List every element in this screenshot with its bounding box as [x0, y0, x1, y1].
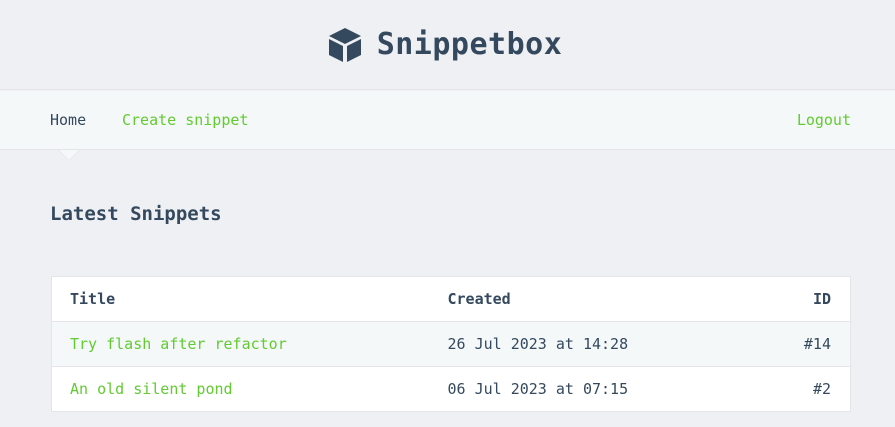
- snippet-title-cell: Try flash after refactor: [51, 321, 430, 367]
- table-row: Try flash after refactor 26 Jul 2023 at …: [51, 321, 851, 367]
- active-nav-caret: [59, 150, 79, 160]
- table-row: An old silent pond 06 Jul 2023 at 07:15 …: [51, 366, 851, 412]
- site-header: Snippetbox: [0, 0, 895, 90]
- snippet-title-link[interactable]: Try flash after refactor: [70, 335, 287, 353]
- brand-title: Snippetbox: [376, 27, 563, 62]
- page-title: Latest Snippets: [50, 203, 222, 225]
- cube-icon: [328, 27, 362, 63]
- brand[interactable]: Snippetbox: [328, 27, 563, 63]
- snippets-table: Title Created ID Try flash after refacto…: [51, 276, 851, 412]
- snippet-created-cell: 26 Jul 2023 at 14:28: [429, 321, 720, 367]
- column-header-created: Created: [429, 276, 720, 322]
- nav-home-link[interactable]: Home: [50, 91, 86, 150]
- column-header-id: ID: [719, 276, 851, 322]
- snippet-title-cell: An old silent pond: [51, 366, 430, 412]
- snippet-created-cell: 06 Jul 2023 at 07:15: [429, 366, 720, 412]
- nav-logout-link[interactable]: Logout: [797, 91, 851, 150]
- column-header-title: Title: [51, 276, 430, 322]
- table-header-row: Title Created ID: [51, 276, 851, 322]
- main-nav: Home Create snippet Logout: [0, 91, 895, 150]
- snippet-id-cell: #14: [719, 321, 851, 367]
- snippet-id-cell: #2: [719, 366, 851, 412]
- nav-create-snippet-link[interactable]: Create snippet: [122, 91, 248, 150]
- snippet-title-link[interactable]: An old silent pond: [70, 380, 233, 398]
